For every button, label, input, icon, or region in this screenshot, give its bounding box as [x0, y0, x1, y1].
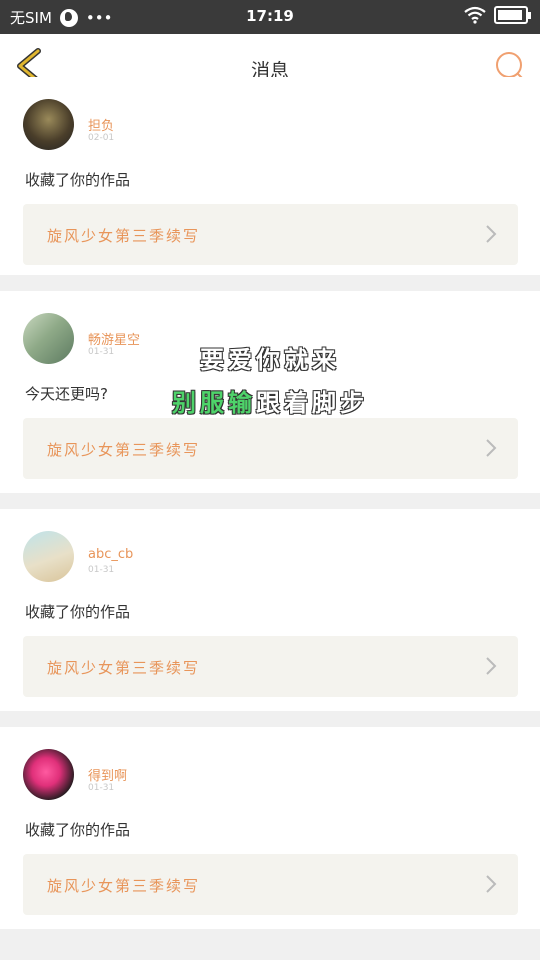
avatar[interactable] [23, 749, 74, 800]
status-time: 17:19 [246, 7, 294, 25]
message-text: 收藏了你的作品 [25, 171, 131, 189]
chevron-right-icon [486, 875, 497, 893]
username[interactable]: 畅游星空 [88, 329, 140, 348]
message-date: 01-31 [88, 783, 115, 793]
work-title: 旋风少女第三季续写 [47, 441, 201, 459]
avatar[interactable] [23, 99, 74, 150]
wifi-icon [464, 6, 486, 24]
message-date: 02-01 [88, 133, 115, 143]
work-link[interactable]: 旋风少女第三季续写 [23, 636, 518, 697]
status-bar: 无SIM ••• 17:19 [0, 0, 540, 34]
message-text: 今天还更吗? [25, 385, 108, 403]
work-title: 旋风少女第三季续写 [47, 659, 201, 677]
message-item[interactable]: 得到啊 01-31 收藏了你的作品 旋风少女第三季续写 [0, 727, 540, 929]
status-right [464, 6, 531, 24]
message-item[interactable]: abc_cb 01-31 收藏了你的作品 旋风少女第三季续写 [0, 509, 540, 711]
work-title: 旋风少女第三季续写 [47, 227, 201, 245]
avatar[interactable] [23, 531, 74, 582]
battery-icon [494, 6, 531, 24]
work-link[interactable]: 旋风少女第三季续写 [23, 854, 518, 915]
message-date: 01-31 [88, 347, 115, 357]
chevron-right-icon [486, 439, 497, 457]
username[interactable]: abc_cb [88, 547, 133, 562]
work-title: 旋风少女第三季续写 [47, 877, 201, 895]
chevron-right-icon [486, 657, 497, 675]
message-item[interactable]: 担负 02-01 收藏了你的作品 旋风少女第三季续写 [0, 77, 540, 275]
work-link[interactable]: 旋风少女第三季续写 [23, 418, 518, 479]
work-link[interactable]: 旋风少女第三季续写 [23, 204, 518, 265]
username[interactable]: 担负 [88, 115, 114, 134]
chevron-right-icon [486, 225, 497, 243]
message-text: 收藏了你的作品 [25, 603, 131, 621]
message-list: 担负 02-01 收藏了你的作品 旋风少女第三季续写 畅游星空 01-31 今天… [0, 77, 540, 945]
message-text: 收藏了你的作品 [25, 821, 131, 839]
avatar[interactable] [23, 313, 74, 364]
username[interactable]: 得到啊 [88, 765, 127, 784]
message-date: 01-31 [88, 565, 115, 575]
message-item[interactable]: 畅游星空 01-31 今天还更吗? 旋风少女第三季续写 [0, 291, 540, 493]
